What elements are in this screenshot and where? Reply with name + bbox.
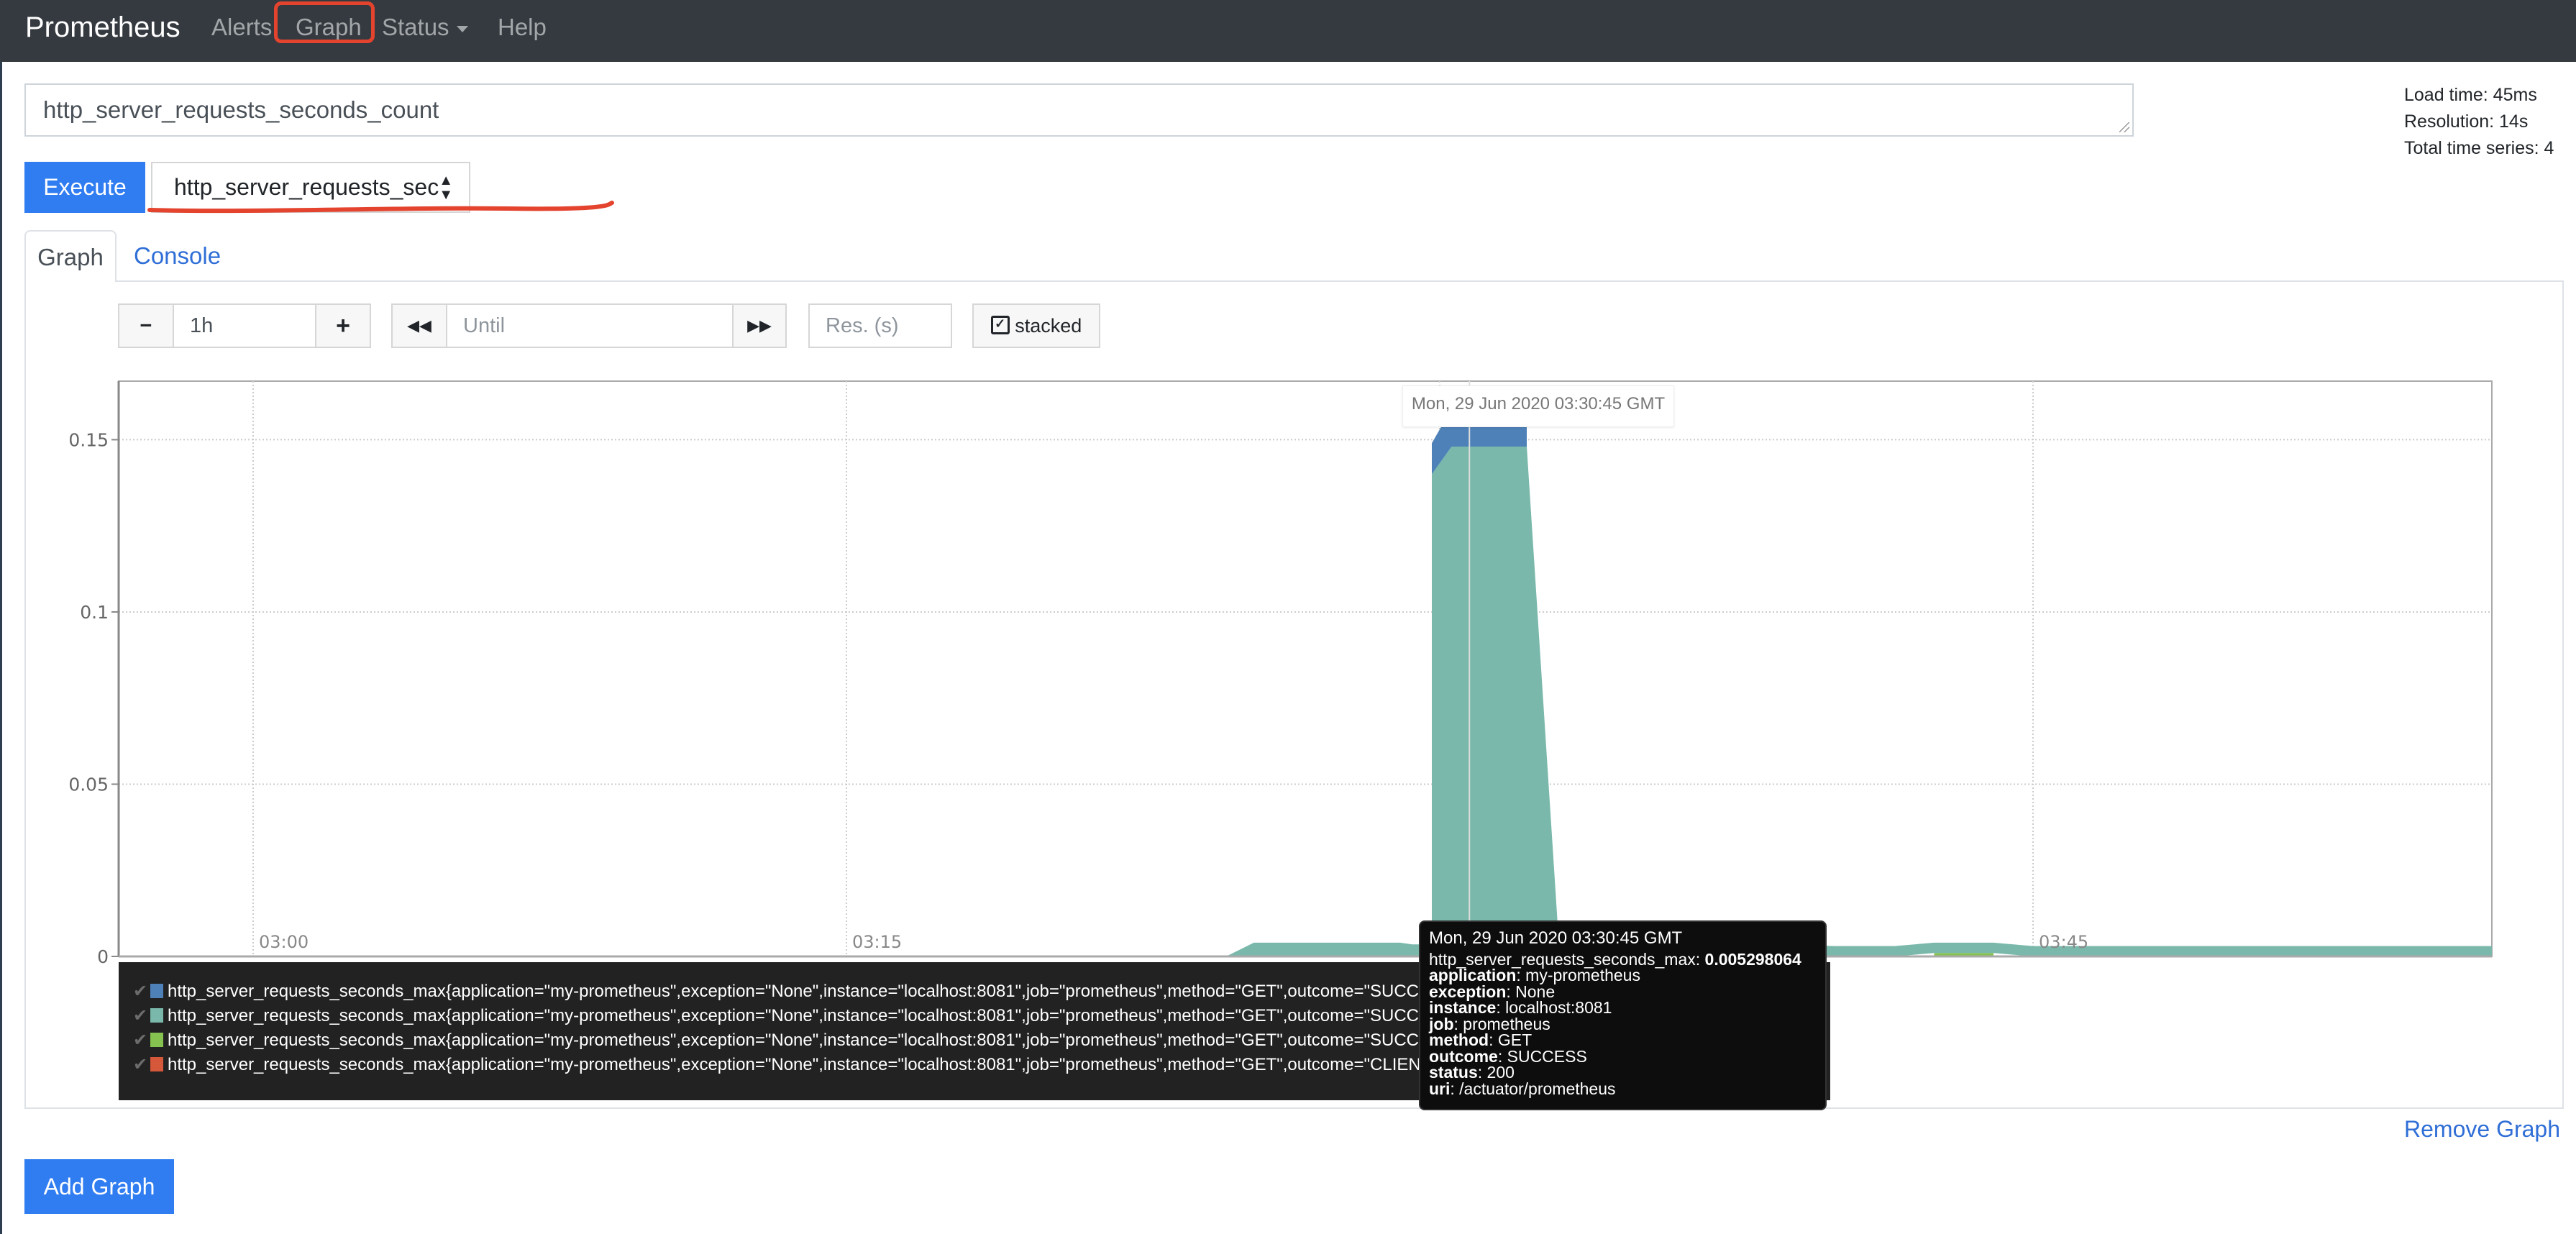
plot-border: [118, 380, 2493, 957]
tooltip-label-method: method: GET: [1429, 1032, 1817, 1048]
check-icon: ✔: [133, 982, 148, 1001]
check-icon: ✔: [133, 1030, 148, 1050]
remove-graph-link[interactable]: Remove Graph: [2404, 1111, 2560, 1147]
tooltip-value: 0.005298064: [1704, 949, 1801, 969]
hover-date-label: Mon, 29 Jun 2020 03:30:45 GMT: [1402, 385, 1674, 427]
tooltip-label-key: uri: [1429, 1079, 1451, 1098]
series-area-1: [1432, 447, 2492, 956]
legend-swatch: [150, 1007, 163, 1023]
tooltip-label-outcome: outcome: SUCCESS: [1429, 1048, 1817, 1064]
tooltip-labels: application: my-prometheus exception: Non…: [1429, 967, 1817, 1097]
x-tick-label: 03:00: [259, 932, 309, 952]
tooltip-label-instance: instance: localhost:8081: [1429, 1000, 1817, 1016]
legend-item[interactable]: ✔ http_server_requests_seconds_max{applic…: [133, 1028, 1419, 1053]
tooltip-label-application: application: my-prometheus: [1429, 967, 1817, 984]
y-tick-label: 0: [97, 946, 109, 967]
series-areas: [1226, 408, 2492, 956]
tooltip-label-status: status: 200: [1429, 1064, 1817, 1081]
tooltip-label-exception: exception: None: [1429, 983, 1817, 1000]
tooltip-label-job: job: prometheus: [1429, 1015, 1817, 1032]
y-tick-label: 0.05: [68, 774, 109, 795]
hover-tooltip: Mon, 29 Jun 2020 03:30:45 GMT http_serve…: [1419, 920, 1827, 1110]
x-tick-label: 03:45: [2039, 932, 2088, 952]
check-icon: ✔: [133, 1006, 148, 1025]
legend-item[interactable]: ✔ http_server_requests_seconds_max{applic…: [133, 1004, 1419, 1028]
legend-swatch: [150, 983, 163, 998]
legend-swatch: [150, 1056, 163, 1071]
add-graph-button[interactable]: Add Graph: [24, 1159, 174, 1214]
legend-item[interactable]: ✔ http_server_requests_seconds_max{applic…: [133, 1053, 1421, 1077]
y-tick-label: 0.1: [80, 602, 109, 623]
legend-label: http_server_requests_seconds_max{applica…: [168, 1055, 1421, 1074]
legend-label: http_server_requests_seconds_max{applica…: [168, 1006, 1420, 1025]
axes: [111, 381, 2492, 958]
tooltip-label-uri: uri: /actuator/prometheus: [1429, 1079, 1817, 1098]
y-tick-label: 0.15: [68, 429, 109, 450]
x-tick-label: 03:15: [852, 932, 902, 952]
tooltip-value-row: http_server_requests_seconds_max: 0.0052…: [1429, 949, 1801, 969]
check-icon: ✔: [133, 1055, 148, 1074]
tooltip-label-value: : /actuator/prometheus: [1450, 1079, 1616, 1098]
tooltip-time: Mon, 29 Jun 2020 03:30:45 GMT: [1429, 928, 1683, 948]
legend-item[interactable]: ✔ http_server_requests_seconds_max{applic…: [133, 979, 1419, 1004]
legend-swatch: [150, 1032, 163, 1047]
legend-label: http_server_requests_seconds_max{applica…: [168, 982, 1420, 1001]
tick-labels: 00.050.10.1503:0003:1503:3003:45: [68, 429, 2088, 967]
legend-label: http_server_requests_seconds_max{applica…: [168, 1030, 1420, 1050]
grid: [118, 380, 2493, 957]
